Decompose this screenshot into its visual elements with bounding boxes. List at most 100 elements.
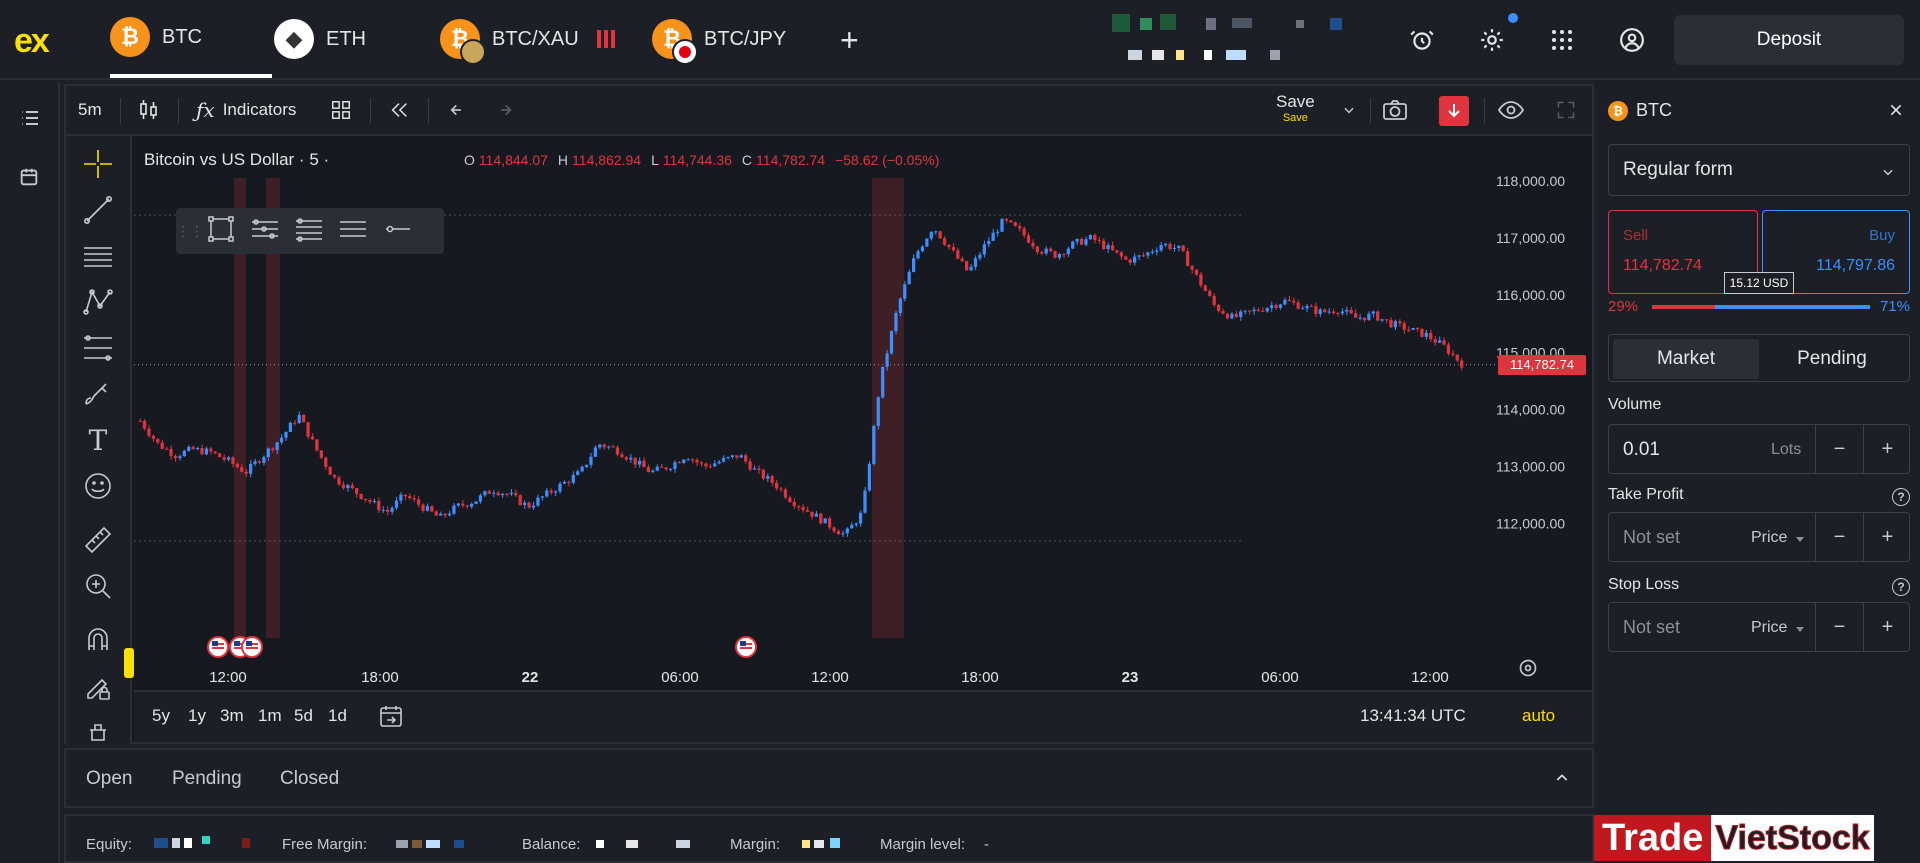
range-5y[interactable]: 5y bbox=[152, 706, 170, 726]
horizontal-lines-icon[interactable] bbox=[82, 240, 114, 272]
us-flag-event-icon[interactable] bbox=[241, 636, 263, 658]
candle-body bbox=[708, 466, 712, 468]
candle-body bbox=[1110, 245, 1115, 251]
download-icon[interactable] bbox=[1439, 96, 1469, 126]
x-tick-label: 18:00 bbox=[961, 669, 999, 686]
redo-icon[interactable] bbox=[492, 86, 514, 134]
tab-btc-jpy[interactable]: ₿ BTC/JPY bbox=[652, 0, 786, 78]
take-profit-increase-button[interactable]: + bbox=[1863, 513, 1911, 561]
drag-handle-icon[interactable]: ⋮⋮ bbox=[176, 223, 204, 240]
range-1m[interactable]: 1m bbox=[258, 706, 282, 726]
order-form-select[interactable]: Regular form bbox=[1608, 144, 1910, 196]
volume-input[interactable]: 0.01 bbox=[1623, 439, 1660, 461]
candle-body bbox=[447, 513, 452, 516]
auto-scale-toggle[interactable]: auto bbox=[1522, 706, 1555, 726]
apps-grid-icon[interactable] bbox=[1546, 24, 1578, 56]
add-tab-button[interactable]: + bbox=[840, 22, 859, 59]
eye-icon[interactable] bbox=[1498, 86, 1524, 134]
tab-closed[interactable]: Closed bbox=[280, 768, 339, 790]
deposit-button[interactable]: Deposit bbox=[1674, 15, 1904, 65]
layouts-icon[interactable] bbox=[330, 86, 352, 134]
margin-level-label: Margin level: bbox=[880, 836, 966, 853]
x-tick-label: 06:00 bbox=[661, 669, 699, 686]
horizontal-ray-icon[interactable] bbox=[338, 214, 368, 249]
alarm-clock-icon[interactable] bbox=[1406, 24, 1438, 56]
tab-btc[interactable]: ₿ BTC bbox=[110, 0, 272, 78]
candle-body bbox=[903, 284, 907, 299]
replay-icon[interactable] bbox=[388, 86, 410, 134]
stop-loss-decrease-button[interactable]: − bbox=[1815, 603, 1863, 651]
candle-body bbox=[1040, 252, 1044, 254]
stop-loss-unit[interactable]: Price bbox=[1751, 619, 1787, 637]
range-1d[interactable]: 1d bbox=[328, 706, 347, 726]
tab-btc-xau[interactable]: ₿ BTC/XAU bbox=[440, 0, 615, 78]
list-icon[interactable] bbox=[18, 106, 42, 130]
text-tool-icon[interactable]: T bbox=[82, 424, 114, 457]
take-profit-input[interactable]: Not set bbox=[1623, 527, 1680, 548]
help-icon[interactable]: ? bbox=[1892, 578, 1910, 596]
pattern-icon[interactable] bbox=[82, 286, 114, 318]
camera-icon[interactable] bbox=[1382, 86, 1408, 134]
tab-pending[interactable]: Pending bbox=[172, 768, 242, 790]
chart-settings-icon[interactable] bbox=[1518, 658, 1538, 683]
brush-icon[interactable] bbox=[82, 378, 114, 410]
candle-body bbox=[876, 397, 880, 426]
ruler-icon[interactable] bbox=[82, 524, 114, 556]
zoom-in-icon[interactable] bbox=[82, 570, 114, 602]
take-profit-unit[interactable]: Price bbox=[1751, 529, 1787, 547]
date-range-icon[interactable] bbox=[378, 704, 404, 735]
magnet-icon[interactable] bbox=[82, 624, 114, 656]
chevron-up-icon[interactable] bbox=[1554, 770, 1570, 791]
help-icon[interactable]: ? bbox=[1892, 488, 1910, 506]
user-profile-icon[interactable] bbox=[1616, 24, 1648, 56]
candle-body bbox=[713, 463, 717, 467]
utc-time[interactable]: 13:41:34 UTC bbox=[1360, 706, 1466, 726]
indicators-button[interactable]: ƒx Indicators bbox=[196, 86, 296, 134]
candle-body bbox=[567, 481, 571, 483]
tab-open[interactable]: Open bbox=[86, 768, 132, 790]
candle-body bbox=[509, 492, 513, 495]
horizontal-line-icon[interactable] bbox=[382, 214, 412, 249]
volume-field[interactable]: 0.01 Lots − + bbox=[1608, 424, 1910, 474]
emoji-icon[interactable] bbox=[82, 470, 114, 502]
market-tab[interactable]: Market bbox=[1613, 339, 1759, 379]
save-button[interactable]: Save Save bbox=[1276, 92, 1315, 124]
take-profit-decrease-button[interactable]: − bbox=[1815, 513, 1863, 561]
chevron-down-icon[interactable] bbox=[1342, 86, 1356, 134]
fullscreen-icon[interactable] bbox=[1556, 86, 1576, 134]
range-5d[interactable]: 5d bbox=[294, 706, 313, 726]
parallel-channel-icon[interactable] bbox=[250, 214, 280, 249]
rectangle-icon[interactable] bbox=[206, 214, 236, 249]
us-flag-event-icon[interactable] bbox=[207, 636, 229, 658]
tab-eth[interactable]: ◆ ETH bbox=[274, 0, 366, 78]
volume-increase-button[interactable]: + bbox=[1863, 425, 1911, 473]
range-3m[interactable]: 3m bbox=[220, 706, 244, 726]
stop-loss-increase-button[interactable]: + bbox=[1863, 603, 1911, 651]
close-icon[interactable] bbox=[1888, 102, 1904, 123]
calendar-icon[interactable] bbox=[18, 166, 42, 190]
candle-body bbox=[721, 457, 726, 462]
candle-body bbox=[262, 457, 266, 463]
price-chart[interactable]: 118,000.00 117,000.00 116,000.00 115,000.00… bbox=[134, 138, 1586, 690]
candle-body bbox=[209, 448, 213, 452]
undo-icon[interactable] bbox=[448, 86, 470, 134]
chart-type-icon[interactable] bbox=[138, 86, 160, 134]
candle-body bbox=[956, 250, 960, 259]
pending-tab[interactable]: Pending bbox=[1759, 339, 1905, 379]
volume-decrease-button[interactable]: − bbox=[1815, 425, 1863, 473]
fib-retracement-icon[interactable] bbox=[82, 332, 114, 364]
us-flag-event-icon[interactable] bbox=[735, 636, 757, 658]
range-1y[interactable]: 1y bbox=[188, 706, 206, 726]
trash-icon[interactable] bbox=[82, 716, 114, 748]
crosshair-icon[interactable] bbox=[82, 148, 114, 180]
gear-icon[interactable] bbox=[1476, 24, 1508, 56]
take-profit-field[interactable]: Not set Price − + bbox=[1608, 512, 1910, 562]
fib-levels-icon[interactable] bbox=[294, 214, 324, 249]
stop-loss-input[interactable]: Not set bbox=[1623, 617, 1680, 638]
collapse-toolbar-handle[interactable] bbox=[124, 648, 134, 678]
lock-drawing-icon[interactable] bbox=[82, 670, 114, 702]
stop-loss-field[interactable]: Not set Price − + bbox=[1608, 602, 1910, 652]
exness-logo[interactable]: ex bbox=[14, 22, 50, 61]
interval-selector[interactable]: 5m bbox=[78, 86, 102, 134]
trend-line-icon[interactable] bbox=[82, 194, 114, 226]
